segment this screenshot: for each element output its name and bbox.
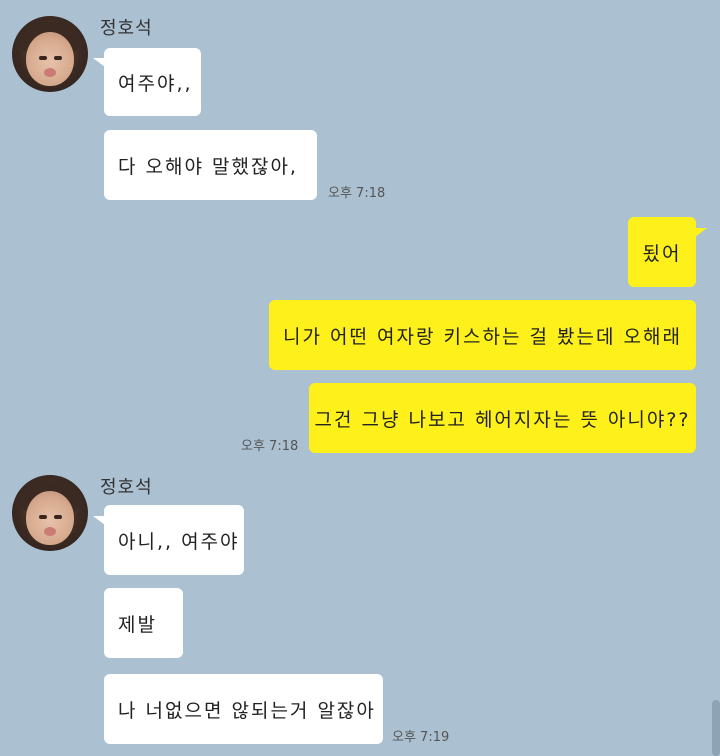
avatar[interactable] [12, 16, 88, 92]
message-bubble[interactable]: 니가 어떤 여자랑 키스하는 걸 봤는데 오해래 [269, 300, 696, 370]
message-bubble[interactable]: 아니,, 여주야 [104, 505, 244, 575]
avatar-lips [44, 527, 56, 536]
avatar-eye-right [54, 56, 62, 60]
sender-name: 정호석 [100, 18, 153, 39]
avatar-face [26, 32, 74, 86]
message-bubble[interactable]: 다 오해야 말했잖아, [104, 130, 317, 200]
avatar-face [26, 491, 74, 545]
message-bubble[interactable]: 나 너없으면 않되는거 알잖아 [104, 674, 383, 744]
message-timestamp: 오후 7:18 [241, 439, 299, 454]
avatar-lips [44, 68, 56, 77]
message-timestamp: 오후 7:18 [328, 186, 386, 201]
avatar-eye-left [39, 515, 47, 519]
avatar[interactable] [12, 475, 88, 551]
avatar-eye-left [39, 56, 47, 60]
message-bubble[interactable]: 그건 그냥 나보고 헤어지자는 뜻 아니야?? [309, 383, 696, 453]
sender-name: 정호석 [100, 477, 153, 498]
message-bubble[interactable]: 됬어 [628, 217, 696, 287]
message-bubble[interactable]: 제발 [104, 588, 183, 658]
message-bubble[interactable]: 여주야,, [104, 48, 201, 116]
avatar-eye-right [54, 515, 62, 519]
message-timestamp: 오후 7:19 [392, 730, 450, 745]
scrollbar[interactable] [712, 700, 720, 756]
bubble-tail [695, 228, 707, 237]
